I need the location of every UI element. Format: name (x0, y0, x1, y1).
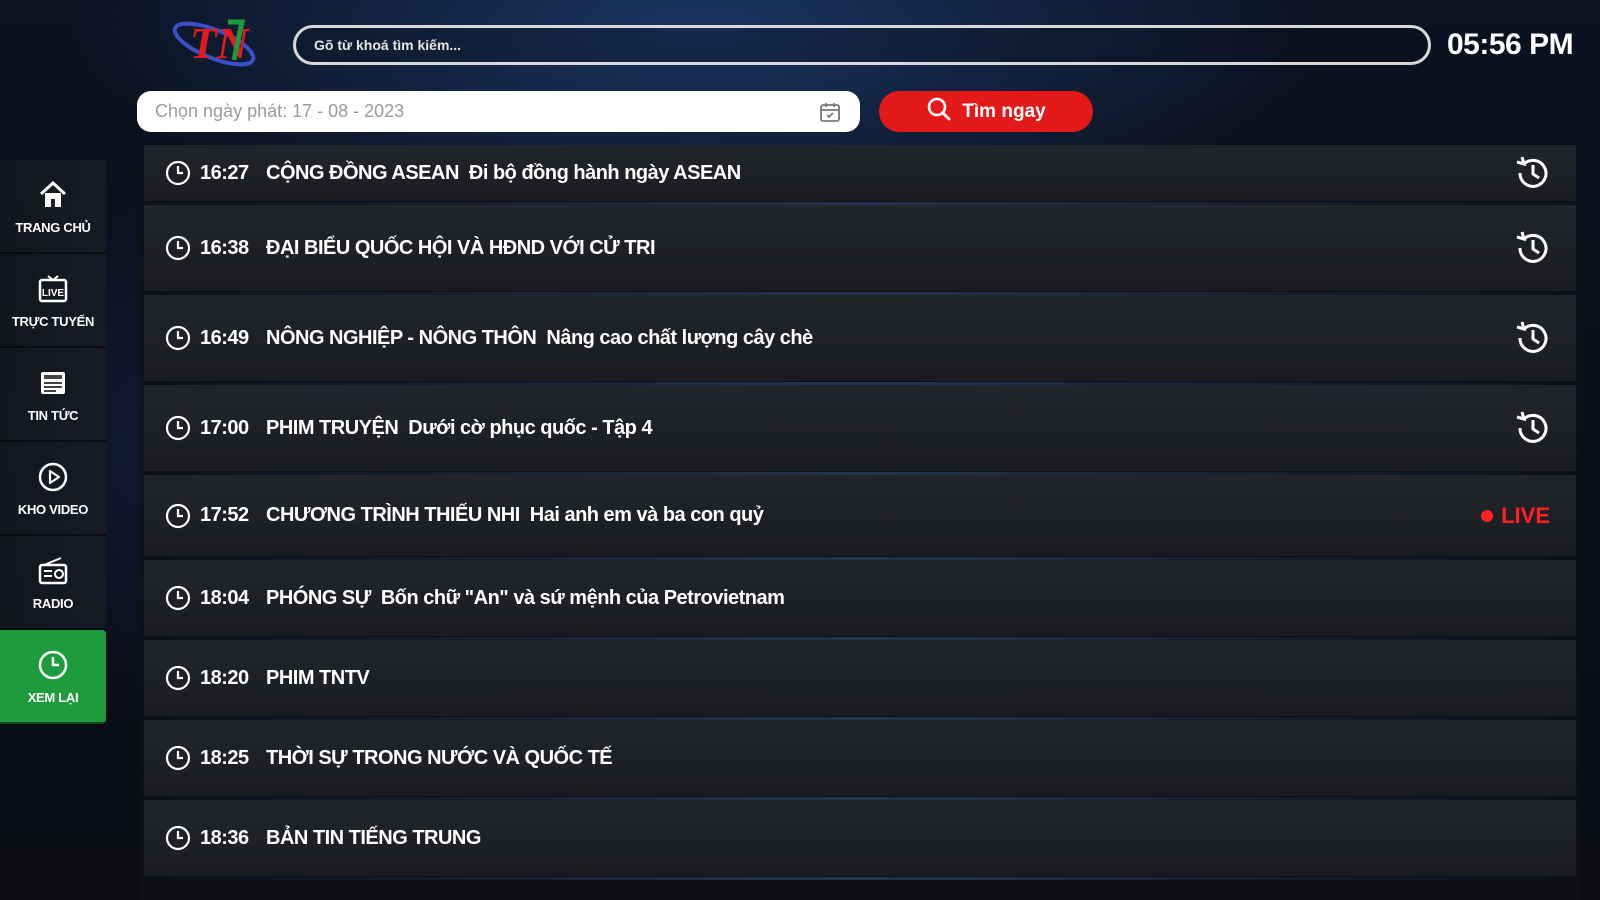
row-program: CHƯƠNG TRÌNH THIẾU NHI (266, 504, 520, 526)
row-program: CỘNG ĐỒNG ASEAN (266, 161, 459, 184)
row-description: Bốn chữ "An" và sứ mệnh của Petrovietnam (380, 586, 785, 609)
row-time: 18:36 (200, 826, 249, 849)
tntv-logo: TN (168, 8, 260, 76)
sidebar-item-label: RADIO (32, 595, 74, 611)
live-badge: LIVE (1481, 503, 1550, 529)
date-input[interactable] (155, 101, 818, 122)
row-description: Nâng cao chất lượng cây chè (546, 326, 813, 349)
schedule-row[interactable]: 18:04 PHÓNG SỰ Bốn chữ "An" và sứ mệnh c… (144, 560, 1576, 640)
row-time: 17:52 (200, 504, 249, 526)
clock-icon (164, 159, 192, 187)
clock: 05:56 PM (1447, 28, 1574, 61)
live-label: LIVE (1501, 502, 1550, 528)
history-icon[interactable] (1512, 407, 1554, 449)
row-program: THỜI SỰ TRONG NƯỚC VÀ QUỐC TẾ (266, 746, 613, 769)
row-time: 18:25 (200, 746, 249, 769)
find-button[interactable]: Tìm ngay (879, 91, 1093, 132)
clock-icon (164, 744, 192, 772)
clock-icon (164, 414, 192, 442)
live-tv-icon: LIVE (36, 272, 70, 306)
history-icon[interactable] (1512, 317, 1554, 359)
find-button-label: Tìm ngay (962, 100, 1046, 122)
row-description: Đi bộ đồng hành ngày ASEAN (468, 161, 741, 184)
clock-icon (164, 824, 192, 852)
row-description: Hai anh em và ba con quỷ (529, 504, 764, 526)
row-program: PHIM TRUYỆN (266, 416, 399, 439)
sidebar-item-label: KHO VIDEO (17, 501, 89, 517)
row-program: PHÓNG SỰ (266, 586, 371, 609)
home-icon (36, 178, 70, 212)
schedule-row[interactable]: 16:27 CỘNG ĐỒNG ASEAN Đi bộ đồng hành ng… (144, 145, 1576, 205)
row-time: 18:20 (200, 666, 249, 689)
row-program: BẢN TIN TIẾNG TRUNG (266, 826, 481, 849)
search-icon (926, 96, 952, 128)
row-time: 18:04 (200, 586, 249, 609)
sidebar-item-live[interactable]: LIVE TRỰC TUYẾN (0, 254, 106, 348)
calendar-icon[interactable] (818, 100, 842, 124)
schedule-list: 16:27 CỘNG ĐỒNG ASEAN Đi bộ đồng hành ng… (139, 145, 1581, 900)
sidebar-item-label: TRANG CHỦ (15, 219, 91, 235)
schedule-row[interactable]: 18:36 BẢN TIN TIẾNG TRUNG (144, 800, 1576, 880)
sidebar-item-video[interactable]: KHO VIDEO (0, 442, 106, 536)
play-circle-icon (36, 460, 70, 494)
row-time: 16:49 (200, 326, 249, 349)
sidebar-item-news[interactable]: TIN TỨC (0, 348, 106, 442)
schedule-row[interactable]: 16:49 NÔNG NGHIỆP - NÔNG THÔN Nâng cao c… (144, 295, 1576, 385)
live-dot-icon (1481, 509, 1494, 522)
clock-icon (164, 664, 192, 692)
schedule-row[interactable]: 18:25 THỜI SỰ TRONG NƯỚC VÀ QUỐC TẾ (144, 720, 1576, 800)
row-time: 16:27 (200, 161, 249, 184)
row-program: PHIM TNTV (266, 666, 370, 689)
sidebar-item-replay[interactable]: XEM LẠI (0, 630, 106, 724)
sidebar-item-label: TRỰC TUYẾN (11, 313, 95, 329)
sidebar-item-label: XEM LẠI (27, 689, 79, 705)
schedule-row[interactable]: 17:00 PHIM TRUYỆN Dưới cờ phục quốc - Tậ… (144, 385, 1576, 475)
sidebar-item-radio[interactable]: RADIO (0, 536, 106, 630)
sidebar-item-label: TIN TỨC (27, 407, 79, 423)
search-input[interactable] (314, 37, 1428, 53)
row-program: NÔNG NGHIỆP - NÔNG THÔN (266, 326, 537, 349)
history-icon[interactable] (1512, 227, 1554, 269)
search-bar[interactable] (293, 25, 1431, 65)
clock-icon (164, 234, 192, 262)
row-time: 17:00 (200, 416, 249, 439)
clock-icon (164, 502, 192, 530)
sidebar: TRANG CHỦ LIVE TRỰC TUYẾN TIN TỨC KHO VI… (0, 160, 106, 724)
news-icon (36, 366, 70, 400)
date-picker[interactable] (137, 91, 860, 132)
schedule-row[interactable]: 18:20 PHIM TNTV (144, 640, 1576, 720)
schedule-row[interactable]: 16:38 ĐẠI BIỂU QUỐC HỘI VÀ HĐND VỚI CỬ T… (144, 205, 1576, 295)
clock-icon (164, 584, 192, 612)
row-time: 16:38 (200, 236, 249, 259)
clock-icon (164, 324, 192, 352)
radio-icon (36, 554, 70, 588)
schedule-row[interactable]: 17:52 CHƯƠNG TRÌNH THIẾU NHI Hai anh em … (144, 475, 1576, 560)
row-description: Dưới cờ phục quốc - Tập 4 (408, 416, 653, 439)
row-program: ĐẠI BIỂU QUỐC HỘI VÀ HĐND VỚI CỬ TRI (266, 236, 656, 259)
clock-icon (36, 648, 70, 682)
history-icon[interactable] (1512, 152, 1554, 194)
svg-text:LIVE: LIVE (42, 288, 65, 299)
sidebar-item-home[interactable]: TRANG CHỦ (0, 160, 106, 254)
